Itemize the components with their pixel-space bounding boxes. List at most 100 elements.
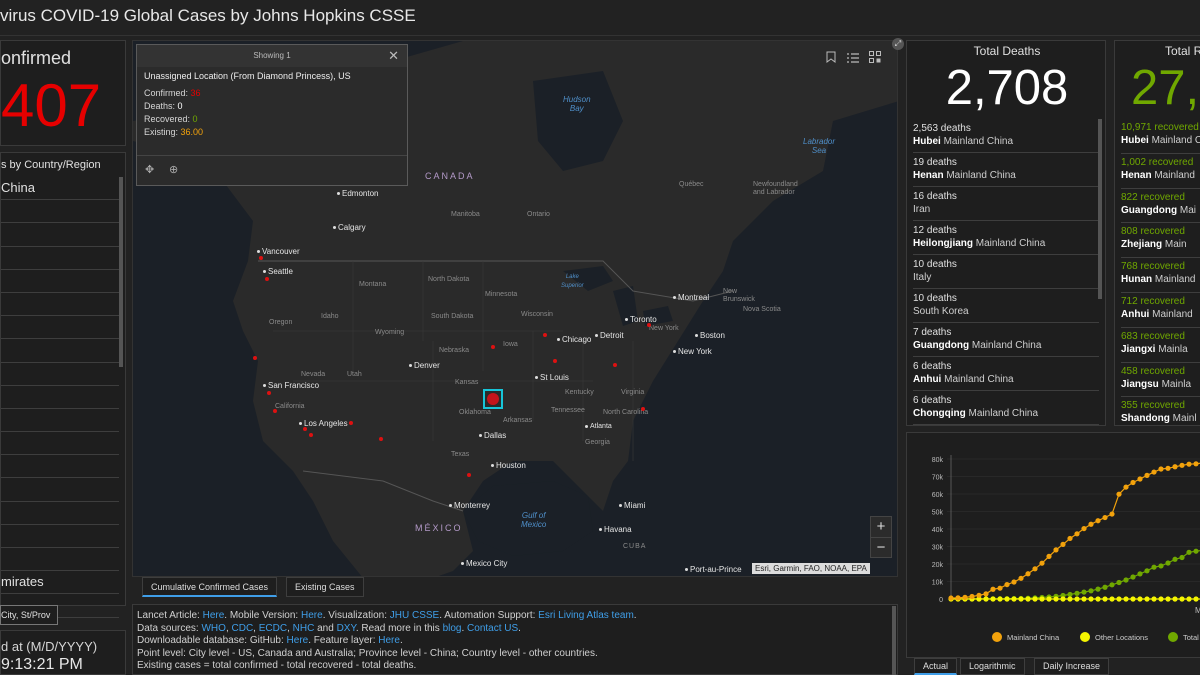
deaths-row[interactable]: 10 deaths Italy — [913, 255, 1099, 289]
data-point — [1123, 577, 1129, 583]
recovered-row[interactable]: 458 recovered Jiangsu Mainla — [1121, 363, 1200, 398]
contact-us-link[interactable]: Contact US — [467, 623, 518, 634]
who-link[interactable]: WHO — [201, 623, 225, 634]
expand-icon[interactable]: ⤢ — [892, 38, 904, 50]
feature-layer-link[interactable]: Here — [378, 635, 400, 646]
country-row[interactable] — [1, 247, 119, 270]
blog-link[interactable]: blog — [443, 623, 462, 634]
recovered-row[interactable]: 808 recovered Zhejiang Main — [1121, 223, 1200, 259]
info-text: Lancet Article: — [137, 610, 203, 621]
deaths-row[interactable]: 12 deaths Heilongjiang Mainland China — [913, 221, 1099, 255]
country-row[interactable] — [1, 316, 119, 340]
deaths-row[interactable]: 2,563 deaths Hubei Mainland China — [913, 119, 1099, 153]
city-mexico-city: Mexico City — [461, 559, 507, 568]
data-point — [983, 596, 989, 602]
label-mexico: MÉXICO — [415, 523, 463, 533]
country-row[interactable] — [1, 386, 119, 409]
label-manitoba: Manitoba — [451, 211, 480, 218]
case-marker[interactable] — [467, 473, 471, 477]
tab-actual[interactable]: Actual — [914, 658, 958, 675]
label-gulf-of-mexico: Gulf of Mexico — [521, 511, 547, 529]
country-row[interactable] — [1, 293, 119, 317]
deaths-row[interactable]: 10 deaths South Korea — [913, 289, 1099, 323]
country-row[interactable] — [1, 270, 119, 293]
selected-location-highlight[interactable] — [483, 389, 503, 409]
data-point — [1158, 466, 1164, 472]
country-row[interactable] — [1, 339, 119, 363]
country-row[interactable] — [1, 548, 119, 572]
legend-label: Mainland China — [1007, 633, 1060, 642]
ecdc-link[interactable]: ECDC — [259, 623, 287, 634]
recovered-row[interactable]: 10,971 recovered Hubei Mainland C — [1121, 119, 1200, 154]
country-row[interactable] — [1, 455, 119, 479]
deaths-row[interactable]: 16 deaths Iran — [913, 187, 1099, 221]
recovered-row[interactable]: 355 recovered Shandong Mainl — [1121, 397, 1200, 425]
recovered-row[interactable]: 683 recovered Jiangxi Mainla — [1121, 328, 1200, 363]
tab-cumulative-confirmed-cases[interactable]: Cumulative Confirmed Cases — [142, 577, 278, 597]
country-row[interactable] — [1, 478, 119, 502]
data-point — [1130, 479, 1136, 486]
deaths-row[interactable]: 6 deaths Chongqing Mainland China — [913, 391, 1099, 425]
recovered-row[interactable]: 712 recovered Anhui Mainland — [1121, 293, 1200, 328]
total-recovered-value: 27, — [1131, 61, 1200, 115]
case-marker[interactable] — [543, 333, 547, 337]
move-icon[interactable]: ✥ — [145, 163, 154, 176]
case-marker[interactable] — [273, 409, 277, 413]
recovered-row[interactable]: 768 recovered Hunan Mainland — [1121, 258, 1200, 293]
country-list-scrollbar[interactable] — [119, 177, 123, 367]
nhc-link[interactable]: NHC — [293, 623, 315, 634]
case-marker[interactable] — [491, 345, 495, 349]
deaths-row[interactable]: 7 deaths Guangdong Mainland China — [913, 323, 1099, 357]
deaths-list-scrollbar[interactable] — [1098, 119, 1102, 299]
country-row[interactable] — [1, 223, 119, 247]
deaths-row[interactable]: 6 deaths Anhui Mainland China — [913, 357, 1099, 391]
tab-logarithmic[interactable]: Logarithmic — [960, 658, 1025, 675]
country-row[interactable] — [1, 432, 119, 456]
case-marker[interactable] — [613, 363, 617, 367]
deaths-row[interactable]: 19 deaths Henan Mainland China — [913, 153, 1099, 187]
close-icon[interactable]: ✕ — [388, 45, 399, 67]
zoom-out-button[interactable]: − — [871, 537, 891, 557]
recovered-row[interactable]: 1,002 recovered Henan Mainland — [1121, 154, 1200, 189]
country-row[interactable]: China — [1, 177, 119, 201]
zoom-in-button[interactable]: + — [871, 517, 891, 537]
deaths-row-place: Hubei Mainland China — [913, 136, 1013, 147]
mobile-version-link[interactable]: Here — [301, 610, 323, 621]
recovered-row[interactable]: 822 recovered Guangdong Mai — [1121, 189, 1200, 224]
dxy-link[interactable]: DXY — [337, 623, 356, 634]
github-link[interactable]: Here — [287, 635, 309, 646]
case-marker[interactable] — [641, 407, 645, 411]
country-row[interactable] — [1, 363, 119, 386]
data-point — [1095, 586, 1101, 592]
cdc-link[interactable]: CDC — [232, 623, 254, 634]
qr-icon[interactable] — [864, 48, 886, 70]
country-row[interactable] — [1, 502, 119, 525]
deaths-row-province: Chongqing — [913, 408, 966, 419]
info-scrollbar[interactable] — [892, 606, 896, 675]
country-row[interactable] — [1, 525, 119, 548]
data-point — [1109, 511, 1115, 517]
tab-daily-increase[interactable]: Daily Increase — [1034, 658, 1110, 675]
zoom-to-icon[interactable]: ⊕ — [169, 163, 178, 176]
case-marker[interactable] — [647, 323, 651, 327]
case-marker[interactable] — [379, 437, 383, 441]
esri-living-atlas-link[interactable]: Esri Living Atlas team — [538, 610, 634, 621]
case-marker[interactable] — [267, 391, 271, 395]
case-marker[interactable] — [265, 277, 269, 281]
case-marker[interactable] — [303, 427, 307, 431]
tab-city-st-prov[interactable]: City, St/Prov — [0, 605, 58, 625]
tab-existing-cases[interactable]: Existing Cases — [286, 577, 364, 597]
case-marker[interactable] — [553, 359, 557, 363]
bookmark-icon[interactable] — [820, 48, 842, 70]
recovered-row-place: Anhui Mainland — [1121, 309, 1193, 320]
case-marker[interactable] — [309, 433, 313, 437]
list-icon[interactable] — [842, 48, 864, 70]
case-marker[interactable] — [253, 356, 257, 360]
country-row[interactable]: mirates — [1, 571, 119, 595]
country-row[interactable] — [1, 409, 119, 433]
country-row[interactable] — [1, 200, 119, 224]
jhu-csse-link[interactable]: JHU CSSE — [390, 610, 439, 621]
case-marker[interactable] — [259, 256, 263, 260]
case-marker[interactable] — [349, 421, 353, 425]
lancet-article-link[interactable]: Here — [203, 610, 225, 621]
